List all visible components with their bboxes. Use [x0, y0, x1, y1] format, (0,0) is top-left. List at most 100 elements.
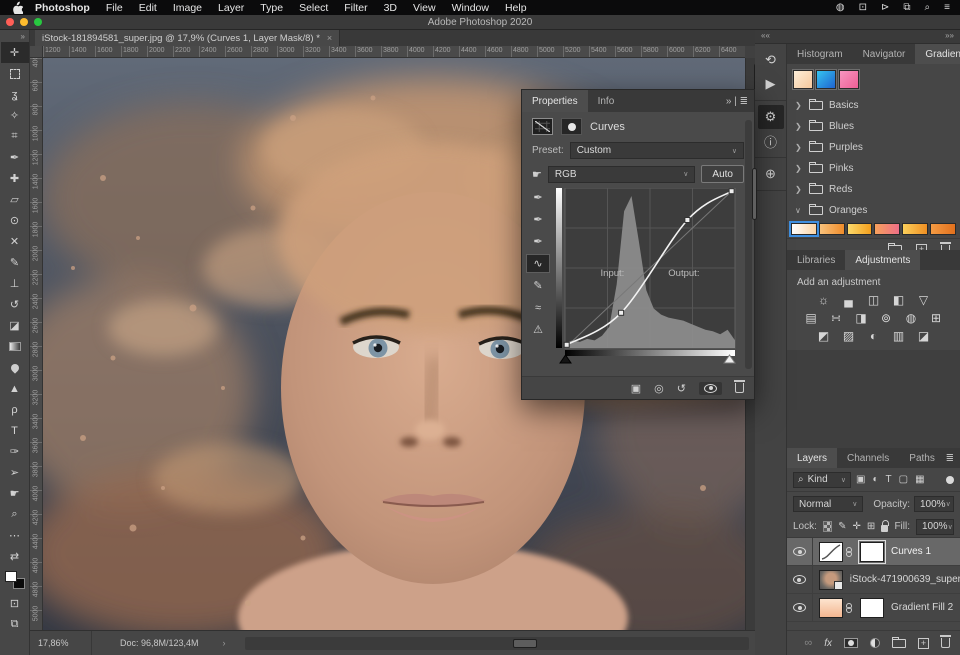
white-point-eyedropper[interactable]: ✒	[526, 232, 550, 251]
clipping-warning[interactable]: ⚠	[526, 320, 550, 339]
new-adjustment-layer-icon[interactable]	[870, 638, 880, 648]
menu-photoshop[interactable]: Photoshop	[27, 2, 98, 14]
search-icon[interactable]: ⌕	[925, 2, 931, 13]
black-point-slider[interactable]	[560, 355, 571, 363]
lock-position-icon[interactable]: ✛	[852, 521, 860, 532]
filter-type-icon-4[interactable]: ▢	[899, 474, 908, 485]
brush-tool[interactable]: ✎	[1, 252, 29, 273]
chevron-down-icon[interactable]: ∨	[795, 206, 803, 215]
gradient-map-icon[interactable]: ▥	[891, 329, 907, 343]
fill-select[interactable]: 100% ∨	[916, 519, 954, 535]
properties-panel-icon[interactable]: ⚙	[758, 105, 784, 129]
zoom-tool[interactable]: ⌕	[1, 504, 29, 525]
close-tab-icon[interactable]: ×	[327, 33, 332, 43]
preset-select[interactable]: Custom ∨	[570, 142, 744, 159]
auto-button[interactable]: Auto	[701, 165, 744, 183]
white-point-slider[interactable]	[724, 355, 735, 363]
color-balance-icon[interactable]: ∺	[828, 311, 844, 325]
blend-mode-select[interactable]: Normal ∨	[793, 496, 863, 512]
orange-gradient-swatch-2[interactable]	[819, 223, 845, 235]
properties-tab-info[interactable]: Info	[588, 90, 625, 112]
menu-image[interactable]: Image	[165, 2, 210, 14]
more-tools[interactable]: ⋯	[1, 525, 29, 546]
menu-view[interactable]: View	[405, 2, 444, 14]
layer-mask-thumbnail[interactable]	[860, 598, 884, 618]
path-select-tool[interactable]: ➢	[1, 462, 29, 483]
layer-visibility-cell[interactable]	[787, 594, 813, 621]
photo-filter-icon[interactable]: ⊚	[878, 311, 894, 325]
posterize-icon[interactable]: ▨	[841, 329, 857, 343]
menu-help[interactable]: Help	[497, 2, 535, 14]
lasso-tool[interactable]: ʓ	[1, 84, 29, 105]
layers-tab-layers[interactable]: Layers	[787, 448, 837, 468]
curve-point[interactable]	[729, 189, 734, 194]
apple-menu-icon[interactable]	[12, 2, 23, 14]
displays-icon[interactable]: ⧉	[903, 2, 910, 13]
move-tool[interactable]: ✛	[1, 42, 29, 63]
swap-colors[interactable]: ⇄	[1, 546, 29, 567]
link-layers-icon[interactable]: ∞	[804, 637, 812, 649]
menu-layer[interactable]: Layer	[210, 2, 252, 14]
hand-tool[interactable]: ☛	[1, 483, 29, 504]
orange-gradient-swatch-5[interactable]	[902, 223, 928, 235]
gradient-folder-pinks[interactable]: ❯Pinks	[787, 158, 960, 179]
gradient-folder-blues[interactable]: ❯Blues	[787, 116, 960, 137]
document-tab[interactable]: iStock-181894581_super.jpg @ 17,9% (Curv…	[35, 30, 340, 46]
curve-point[interactable]	[685, 218, 690, 223]
properties-tab-properties[interactable]: Properties	[522, 90, 588, 112]
filter-type-icon-3[interactable]: T	[886, 474, 892, 485]
info-panel-icon[interactable]: ⓘ	[755, 129, 787, 153]
history-brush-tool[interactable]: ↺	[1, 294, 29, 315]
adjustments-tab-libraries[interactable]: Libraries	[787, 250, 845, 270]
channel-mixer-icon[interactable]: ◍	[903, 311, 919, 325]
peach-gradient[interactable]	[793, 70, 813, 89]
sharpen-tool[interactable]: ▲	[1, 378, 29, 399]
adjustments-tab-adjustments[interactable]: Adjustments	[845, 250, 920, 270]
threshold-icon[interactable]: ◐	[866, 329, 882, 343]
eye-icon[interactable]	[793, 603, 806, 612]
gradient-folder-reds[interactable]: ❯Reds	[787, 179, 960, 200]
curve-point[interactable]	[564, 342, 569, 347]
add-layer-mask-icon[interactable]	[844, 638, 858, 648]
layer-name[interactable]: iStock-471900639_super	[850, 574, 960, 585]
new-group-icon[interactable]	[892, 639, 906, 648]
black-point-eyedropper[interactable]: ✒	[526, 188, 550, 207]
pink-gradient[interactable]	[839, 70, 859, 89]
layer-row[interactable]: Curves 1	[787, 538, 960, 566]
hue-saturation-icon[interactable]: ▤	[803, 311, 819, 325]
quick-selection-tool[interactable]: ✧	[1, 105, 29, 126]
curves-icon[interactable]: ◫	[866, 293, 882, 307]
properties-scroll-thumb[interactable]	[752, 168, 757, 220]
layer-visibility-cell[interactable]	[787, 538, 813, 565]
type-tool[interactable]: T	[1, 420, 29, 441]
eraser-tool[interactable]: ◪	[1, 315, 29, 336]
blue-gradient[interactable]	[816, 70, 836, 89]
lock-pixels-icon[interactable]: ✎	[838, 521, 846, 532]
menu-select[interactable]: Select	[291, 2, 336, 14]
chevron-right-icon[interactable]: ❯	[795, 164, 803, 173]
gradient-tool[interactable]	[1, 336, 29, 357]
mask-link-icon[interactable]	[845, 547, 852, 557]
clone-stamp-tool[interactable]: ⊥	[1, 273, 29, 294]
levels-icon[interactable]: ▄	[841, 293, 857, 307]
targeted-adjustment-icon[interactable]: ☛	[532, 168, 542, 181]
lock-artboard-icon[interactable]: ⊞	[867, 521, 875, 532]
foreground-color-swatch[interactable]	[5, 571, 17, 582]
chevron-right-icon[interactable]: ❯	[795, 143, 803, 152]
orange-gradient-swatch-1[interactable]	[791, 223, 817, 235]
screen-mode[interactable]: ⧉	[1, 614, 29, 635]
canvas-horizontal-scrollbar[interactable]	[245, 637, 749, 650]
foreground-background-swatches[interactable]	[5, 571, 25, 589]
dodge-tool[interactable]: ρ	[1, 399, 29, 420]
chevron-right-icon[interactable]: ❯	[795, 122, 803, 131]
orange-gradient-swatch-6[interactable]	[930, 223, 956, 235]
blur-tool[interactable]	[1, 357, 29, 378]
layer-visibility-cell[interactable]	[787, 566, 813, 593]
menu-window[interactable]: Window	[444, 2, 497, 14]
black-white-icon[interactable]: ◨	[853, 311, 869, 325]
menu-file[interactable]: File	[98, 2, 131, 14]
new-layer-icon[interactable]: +	[918, 638, 929, 649]
clone-source-panel-icon[interactable]: ⊕	[755, 162, 787, 186]
brightness-contrast-icon[interactable]: ☼	[816, 293, 832, 307]
curve-point[interactable]	[619, 310, 624, 315]
